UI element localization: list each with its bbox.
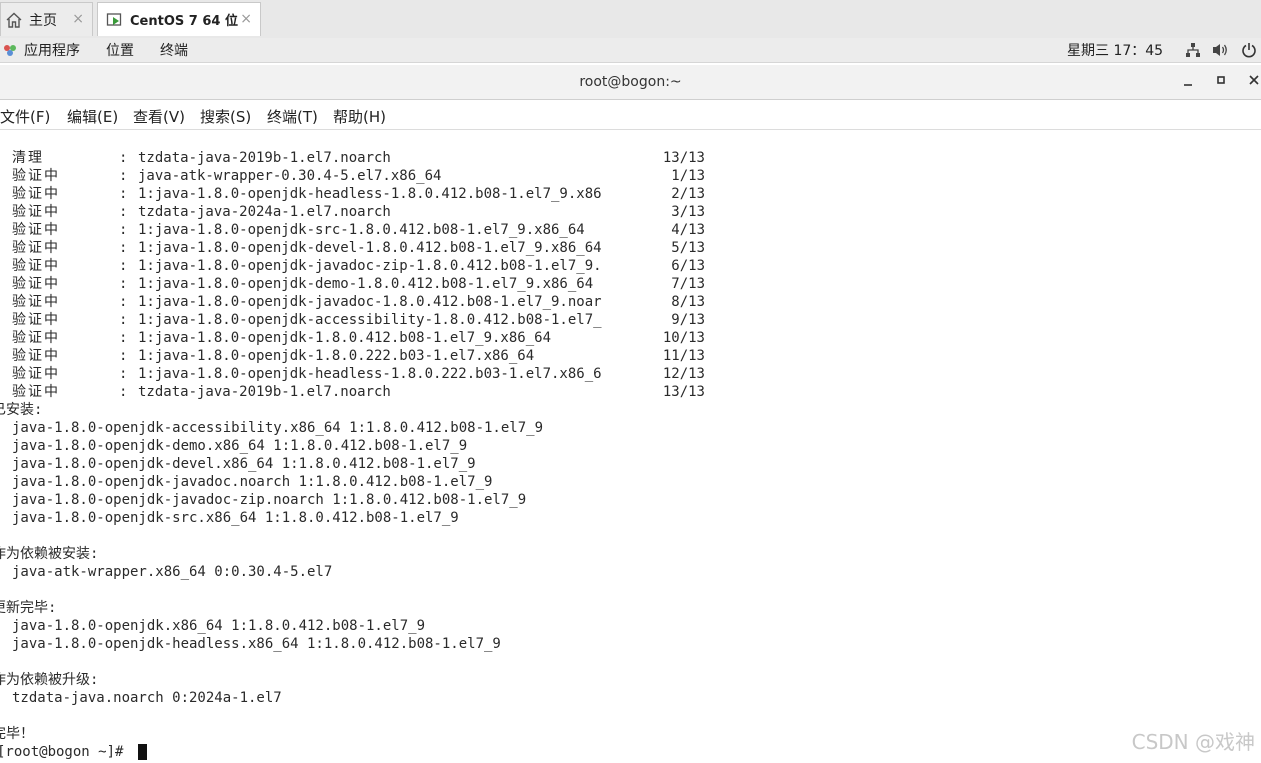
power-icon[interactable] — [1241, 42, 1257, 58]
verify-row: 验证中:1:java-1.8.0-openjdk-javadoc-1.8.0.4… — [0, 275, 705, 310]
verify-row: 验证中:1:java-1.8.0-openjdk-src-1.8.0.412.b… — [0, 203, 705, 238]
verify-row: 验证中:1:java-1.8.0-openjdk-javadoc-zip-1.8… — [0, 239, 705, 274]
menu-search[interactable]: 搜索(S) — [200, 106, 251, 127]
menu-terminal[interactable]: 终端(T) — [267, 106, 318, 127]
section-heading-dependency-installed: 作为依赖被安装: — [0, 546, 99, 562]
menu-help[interactable]: 帮助(H) — [333, 106, 386, 127]
maximize-icon[interactable] — [1215, 73, 1227, 91]
installed-item: java-1.8.0-openjdk-src.x86_64 1:1.8.0.41… — [12, 510, 459, 526]
installed-item: java-1.8.0-openjdk-demo.x86_64 1:1.8.0.4… — [12, 438, 468, 454]
shell-prompt: [root@bogon ~]# — [0, 744, 132, 760]
verify-row: 清理: tzdata-java-2019b-1.el7.noarch 13/13 — [0, 131, 705, 166]
installed-item: java-1.8.0-openjdk-javadoc-zip.noarch 1:… — [12, 492, 527, 508]
verify-row: 验证中:1:java-1.8.0-openjdk-demo-1.8.0.412.… — [0, 257, 705, 292]
verify-row: 验证中:1:java-1.8.0-openjdk-devel-1.8.0.412… — [0, 221, 705, 256]
verify-row: 验证中: tzdata-java-2024a-1.el7.noarch 3/13 — [0, 185, 705, 220]
gnome-top-panel: 应用程序 位置 终端 星期三 17：45 — [0, 38, 1261, 63]
section-heading-dependency-updated: 作为依赖被升级: — [0, 672, 99, 688]
done-message: 完毕！ — [0, 726, 34, 742]
tab-centos-vm[interactable]: CentOS 7 64 位 × — [97, 2, 261, 36]
verify-row: 验证中:1:java-1.8.0-openjdk-1.8.0.412.b08-1… — [0, 311, 705, 346]
volume-icon[interactable] — [1212, 42, 1230, 58]
tab-home-close-icon[interactable]: × — [72, 11, 84, 27]
minimize-icon[interactable] — [1182, 73, 1194, 91]
installed-item: java-1.8.0-openjdk-accessibility.x86_64 … — [12, 420, 544, 436]
terminal-menu[interactable]: 终端 — [160, 40, 188, 60]
applications-menu[interactable]: 应用程序 — [24, 40, 80, 60]
home-icon — [5, 11, 23, 29]
verify-row: 验证中: java-atk-wrapper-0.30.4-5.el7.x86_64… — [0, 149, 705, 184]
verify-row: 验证中:1:java-1.8.0-openjdk-accessibility-1… — [0, 293, 705, 328]
terminal-menu-bar: 文件(F) 编辑(E) 查看(V) 搜索(S) 终端(T) 帮助(H) — [0, 101, 1261, 130]
tab-centos-close-icon[interactable]: × — [240, 11, 252, 27]
installed-item: java-1.8.0-openjdk-javadoc.noarch 1:1.8.… — [12, 474, 493, 490]
terminal-output[interactable]: 清理: tzdata-java-2019b-1.el7.noarch 13/13 验… — [0, 130, 1261, 763]
terminal-title-bar: root@bogon:~ — [0, 65, 1261, 100]
verify-count: 13/13 — [662, 384, 705, 400]
tab-home-label: 主页 — [29, 12, 57, 29]
verify-row: 验证中:1:java-1.8.0-openjdk-1.8.0.222.b03-1… — [0, 329, 705, 364]
installed-item: java-1.8.0-openjdk-devel.x86_64 1:1.8.0.… — [12, 456, 476, 472]
verify-row: 验证中:1:java-1.8.0-openjdk-headless-1.8.0.… — [0, 347, 705, 382]
places-menu[interactable]: 位置 — [106, 40, 134, 60]
dependency-installed-item: java-atk-wrapper.x86_64 0:0.30.4-5.el7 — [12, 564, 333, 580]
window-title: root@bogon:~ — [579, 74, 682, 90]
tab-home[interactable]: 主页 × — [0, 2, 93, 36]
vm-tab-bar: 主页 × CentOS 7 64 位 × — [0, 0, 1261, 39]
text-cursor — [138, 744, 147, 760]
menu-view[interactable]: 查看(V) — [133, 106, 185, 127]
vm-icon — [106, 11, 124, 29]
close-icon[interactable] — [1248, 73, 1260, 91]
tab-centos-label: CentOS 7 64 位 — [130, 14, 238, 29]
network-icon[interactable] — [1185, 42, 1201, 58]
verify-package: tzdata-java-2019b-1.el7.noarch — [138, 384, 391, 400]
updated-item: java-1.8.0-openjdk-headless.x86_64 1:1.8… — [12, 636, 501, 652]
menu-edit[interactable]: 编辑(E) — [67, 106, 118, 127]
verify-label: 验证中 — [12, 384, 60, 400]
watermark: CSDN @戏神 — [1131, 730, 1255, 754]
applications-icon — [2, 42, 18, 62]
verify-row: 验证中: tzdata-java-2019b-1.el7.noarch 13/13 — [0, 365, 705, 400]
updated-item: java-1.8.0-openjdk.x86_64 1:1.8.0.412.b0… — [12, 618, 426, 634]
verify-row: 验证中:1:java-1.8.0-openjdk-headless-1.8.0.… — [0, 167, 705, 202]
colon: : — [119, 384, 128, 400]
section-heading-installed: 已安装: — [0, 402, 43, 418]
section-heading-updated: 更新完毕: — [0, 600, 57, 616]
clock[interactable]: 星期三 17：45 — [1067, 40, 1163, 60]
dependency-updated-item: tzdata-java.noarch 0:2024a-1.el7 — [12, 690, 282, 706]
menu-file[interactable]: 文件(F) — [0, 106, 50, 127]
